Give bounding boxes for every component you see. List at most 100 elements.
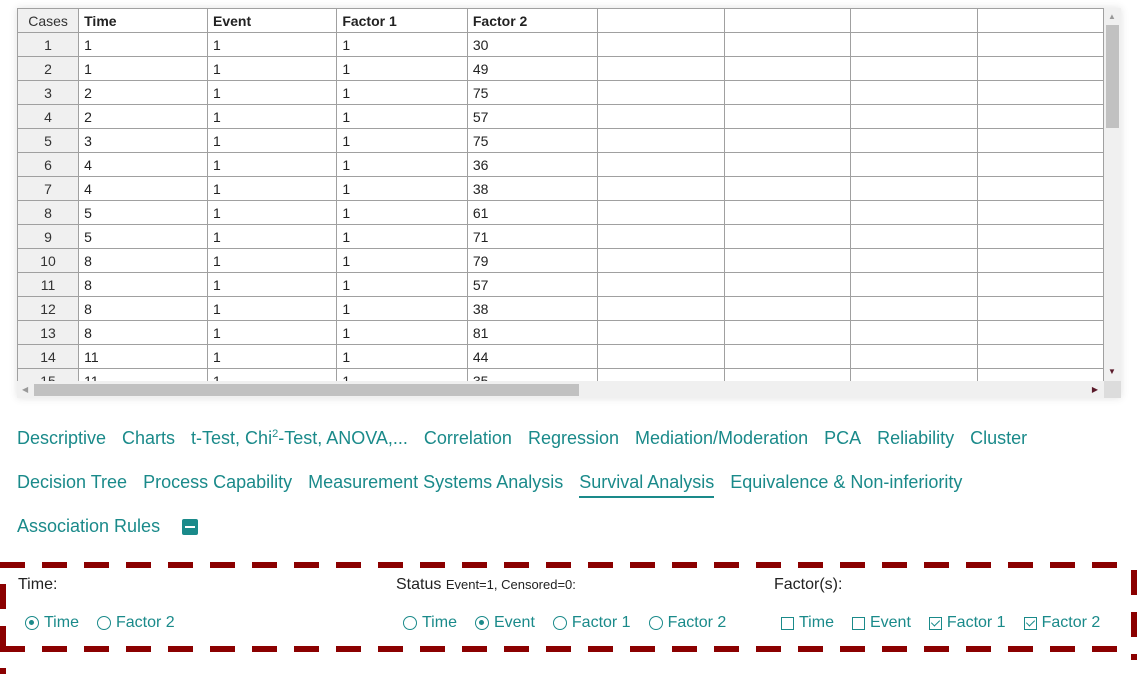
column-header[interactable] bbox=[976, 8, 1104, 33]
column-header[interactable]: Factor 1 bbox=[336, 8, 468, 33]
nav-link-decision-tree[interactable]: Decision Tree bbox=[17, 472, 127, 496]
scroll-up-icon[interactable]: ▲ bbox=[1108, 13, 1116, 21]
table-cell[interactable] bbox=[597, 248, 725, 273]
table-cell[interactable]: 1 bbox=[336, 368, 468, 381]
status-option-time[interactable]: Time bbox=[403, 614, 457, 632]
table-cell[interactable]: 4 bbox=[78, 152, 208, 177]
factors-option-factor-2[interactable]: Factor 2 bbox=[1023, 614, 1100, 632]
nav-link-mediation-moderation[interactable]: Mediation/Moderation bbox=[635, 428, 808, 452]
column-header[interactable] bbox=[850, 8, 978, 33]
table-cell[interactable]: 71 bbox=[466, 224, 599, 249]
table-cell[interactable]: 1 bbox=[206, 368, 338, 381]
nav-link-t-test-chi-test-anova[interactable]: t-Test, Chi2-Test, ANOVA,... bbox=[191, 428, 408, 452]
table-cell[interactable]: 49 bbox=[466, 56, 599, 81]
horizontal-scroll-thumb[interactable] bbox=[34, 384, 579, 396]
table-cell[interactable] bbox=[976, 272, 1104, 297]
table-cell[interactable] bbox=[976, 104, 1104, 129]
table-cell[interactable] bbox=[850, 272, 978, 297]
table-cell[interactable] bbox=[723, 368, 852, 381]
table-cell[interactable] bbox=[597, 224, 725, 249]
table-cell[interactable]: 35 bbox=[466, 368, 599, 381]
table-cell[interactable] bbox=[723, 200, 852, 225]
table-cell[interactable]: 1 bbox=[206, 128, 338, 153]
table-cell[interactable]: 1 bbox=[336, 80, 468, 105]
table-cell[interactable] bbox=[723, 296, 852, 321]
table-cell[interactable] bbox=[723, 224, 852, 249]
table-cell[interactable] bbox=[723, 56, 852, 81]
table-cell[interactable] bbox=[723, 80, 852, 105]
scroll-left-icon[interactable]: ◀ bbox=[22, 386, 28, 394]
table-cell[interactable]: 1 bbox=[206, 320, 338, 345]
table-cell[interactable]: 11 bbox=[78, 368, 208, 381]
table-cell[interactable]: 1 bbox=[206, 32, 338, 57]
table-cell[interactable] bbox=[976, 368, 1104, 381]
table-cell[interactable]: 1 bbox=[78, 32, 208, 57]
nav-link-cluster[interactable]: Cluster bbox=[970, 428, 1027, 452]
horizontal-scrollbar[interactable]: ◀ ▶ bbox=[17, 381, 1104, 398]
table-cell[interactable] bbox=[723, 152, 852, 177]
table-cell[interactable]: 1 bbox=[336, 200, 468, 225]
table-cell[interactable]: 79 bbox=[466, 248, 599, 273]
table-cell[interactable]: 8 bbox=[78, 296, 208, 321]
vertical-scroll-thumb[interactable] bbox=[1106, 25, 1119, 128]
column-header[interactable]: Factor 2 bbox=[466, 8, 599, 33]
nav-link-charts[interactable]: Charts bbox=[122, 428, 175, 452]
table-cell[interactable] bbox=[850, 224, 978, 249]
table-cell[interactable] bbox=[597, 128, 725, 153]
table-cell[interactable] bbox=[723, 32, 852, 57]
table-cell[interactable] bbox=[850, 32, 978, 57]
checkbox[interactable] bbox=[928, 616, 942, 630]
nav-link-correlation[interactable]: Correlation bbox=[424, 428, 512, 452]
table-cell[interactable]: 5 bbox=[78, 200, 208, 225]
table-cell[interactable]: 75 bbox=[466, 80, 599, 105]
table-cell[interactable] bbox=[723, 248, 852, 273]
table-cell[interactable] bbox=[597, 56, 725, 81]
factors-option-factor-1[interactable]: Factor 1 bbox=[928, 614, 1006, 632]
table-cell[interactable] bbox=[597, 296, 725, 321]
table-cell[interactable] bbox=[976, 224, 1104, 249]
nav-link-equivalence-non-inferiority[interactable]: Equivalence & Non-inferiority bbox=[730, 472, 962, 496]
table-cell[interactable] bbox=[597, 32, 725, 57]
table-cell[interactable] bbox=[850, 80, 978, 105]
table-cell[interactable]: 1 bbox=[206, 272, 338, 297]
vertical-scrollbar[interactable]: ▲ ▼ bbox=[1104, 8, 1121, 381]
table-cell[interactable] bbox=[597, 176, 725, 201]
status-option-event[interactable]: Event bbox=[474, 614, 535, 632]
table-cell[interactable] bbox=[723, 104, 852, 129]
table-cell[interactable] bbox=[723, 320, 852, 345]
table-cell[interactable]: 1 bbox=[336, 176, 468, 201]
table-cell[interactable] bbox=[976, 80, 1104, 105]
table-cell[interactable] bbox=[597, 80, 725, 105]
table-cell[interactable]: 2 bbox=[78, 104, 208, 129]
table-cell[interactable]: 1 bbox=[206, 344, 338, 369]
table-cell[interactable] bbox=[976, 344, 1104, 369]
table-cell[interactable]: 75 bbox=[466, 128, 599, 153]
table-cell[interactable] bbox=[976, 200, 1104, 225]
nav-link-measurement-systems-analysis[interactable]: Measurement Systems Analysis bbox=[308, 472, 563, 496]
table-cell[interactable]: 4 bbox=[78, 176, 208, 201]
table-cell[interactable]: 1 bbox=[78, 56, 208, 81]
table-cell[interactable]: 1 bbox=[336, 104, 468, 129]
table-cell[interactable]: 11 bbox=[78, 344, 208, 369]
table-cell[interactable] bbox=[976, 152, 1104, 177]
scroll-down-icon[interactable]: ▼ bbox=[1108, 368, 1116, 376]
table-cell[interactable]: 1 bbox=[336, 320, 468, 345]
column-header[interactable] bbox=[597, 8, 725, 33]
table-cell[interactable]: 1 bbox=[336, 32, 468, 57]
checkbox[interactable] bbox=[781, 616, 794, 630]
nav-link-reliability[interactable]: Reliability bbox=[877, 428, 954, 452]
table-cell[interactable]: 38 bbox=[466, 296, 599, 321]
table-cell[interactable]: 1 bbox=[336, 272, 468, 297]
table-cell[interactable]: 81 bbox=[466, 320, 599, 345]
table-cell[interactable] bbox=[597, 368, 725, 381]
table-cell[interactable] bbox=[850, 176, 978, 201]
table-cell[interactable]: 57 bbox=[466, 104, 599, 129]
radio-button[interactable] bbox=[552, 616, 567, 630]
table-cell[interactable] bbox=[976, 128, 1104, 153]
nav-link-process-capability[interactable]: Process Capability bbox=[143, 472, 292, 496]
radio-button[interactable] bbox=[474, 616, 489, 630]
radio-button[interactable] bbox=[648, 616, 663, 630]
factors-option-event[interactable]: Event bbox=[851, 614, 911, 632]
table-cell[interactable] bbox=[850, 128, 978, 153]
column-header[interactable] bbox=[723, 8, 852, 33]
